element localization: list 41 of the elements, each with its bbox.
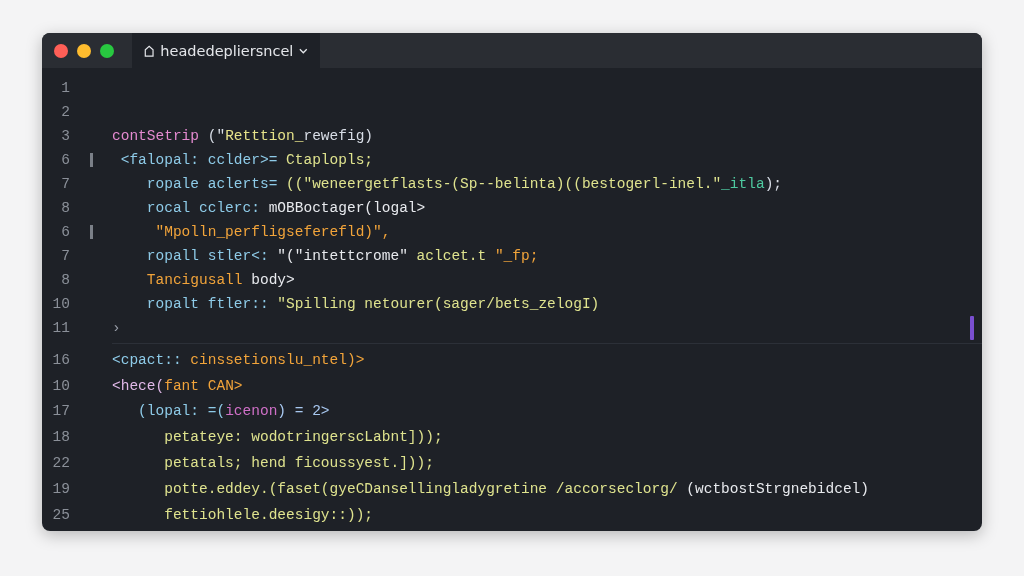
code-line: ropall stler<: "("intettcrome" aclcet.t "_fp; <box>145 248 539 264</box>
code-line: contSetrip ("Retttion_rewefig) <box>112 128 374 144</box>
line-number: 22 <box>51 455 70 472</box>
line-number: 8 <box>60 272 70 288</box>
code-line: petatals; hend ficoussyest.])); <box>163 455 434 472</box>
line-number: 10 <box>51 377 70 394</box>
minimize-button[interactable] <box>77 43 91 58</box>
code-line: ropale aclerts= (("weneergetflasts-(Sp--belinta)((bestogerl-inel."_itla); <box>145 176 783 192</box>
code-line: potte.eddey.(faset(gyeCDansellingladygretine /accorseclorg/ (wctbostStrgnebidcel) <box>163 480 870 497</box>
maximize-button[interactable] <box>100 43 114 58</box>
line-number: 1 <box>60 80 70 96</box>
code-line: fettiohlele.deesigy::)); <box>163 506 374 523</box>
line-number: 6 <box>60 224 70 240</box>
scroll-marker <box>970 316 974 340</box>
code-line: "Mpolln_perfligseferefld)", <box>154 224 391 240</box>
chevron-icon <box>299 47 308 54</box>
code-line: rocal cclerc: mOBBoctager(logal> <box>145 200 426 216</box>
line-number: 8 <box>60 200 70 216</box>
code-line: (lopal: =(icenon) = 2> <box>137 403 330 420</box>
code-line: ropalt ftler:: "Spilling netourer(sager/bets_zelogI) <box>145 296 600 312</box>
line-number: 10 <box>51 296 70 312</box>
line-number: 16 <box>51 351 70 368</box>
code-line: Tancigusall body> <box>145 272 295 288</box>
code-line: › <box>112 320 121 336</box>
line-number: 6 <box>60 152 70 168</box>
line-number: 3 <box>60 128 70 144</box>
line-number: 7 <box>60 176 70 192</box>
house-icon <box>144 43 155 58</box>
line-number: 25 <box>51 506 70 523</box>
file-tab[interactable]: headedepliersncel <box>132 33 320 68</box>
line-number: 2 <box>60 104 70 120</box>
line-number: 17 <box>51 403 70 420</box>
line-number: 11 <box>51 320 70 336</box>
line-number: 18 <box>51 429 70 446</box>
code-line: <hece(fant CAN> <box>112 377 243 394</box>
code-line: petateye: wodotringerscLabnt])); <box>163 429 443 446</box>
code-line: <falopal: cclder>= Ctaplopls; <box>119 152 374 168</box>
line-number: 19 <box>51 480 70 497</box>
close-button[interactable] <box>54 43 68 58</box>
code-line: <cpact:: cinssetionslu_ntel)> <box>112 351 365 368</box>
line-number: 7 <box>60 248 70 264</box>
